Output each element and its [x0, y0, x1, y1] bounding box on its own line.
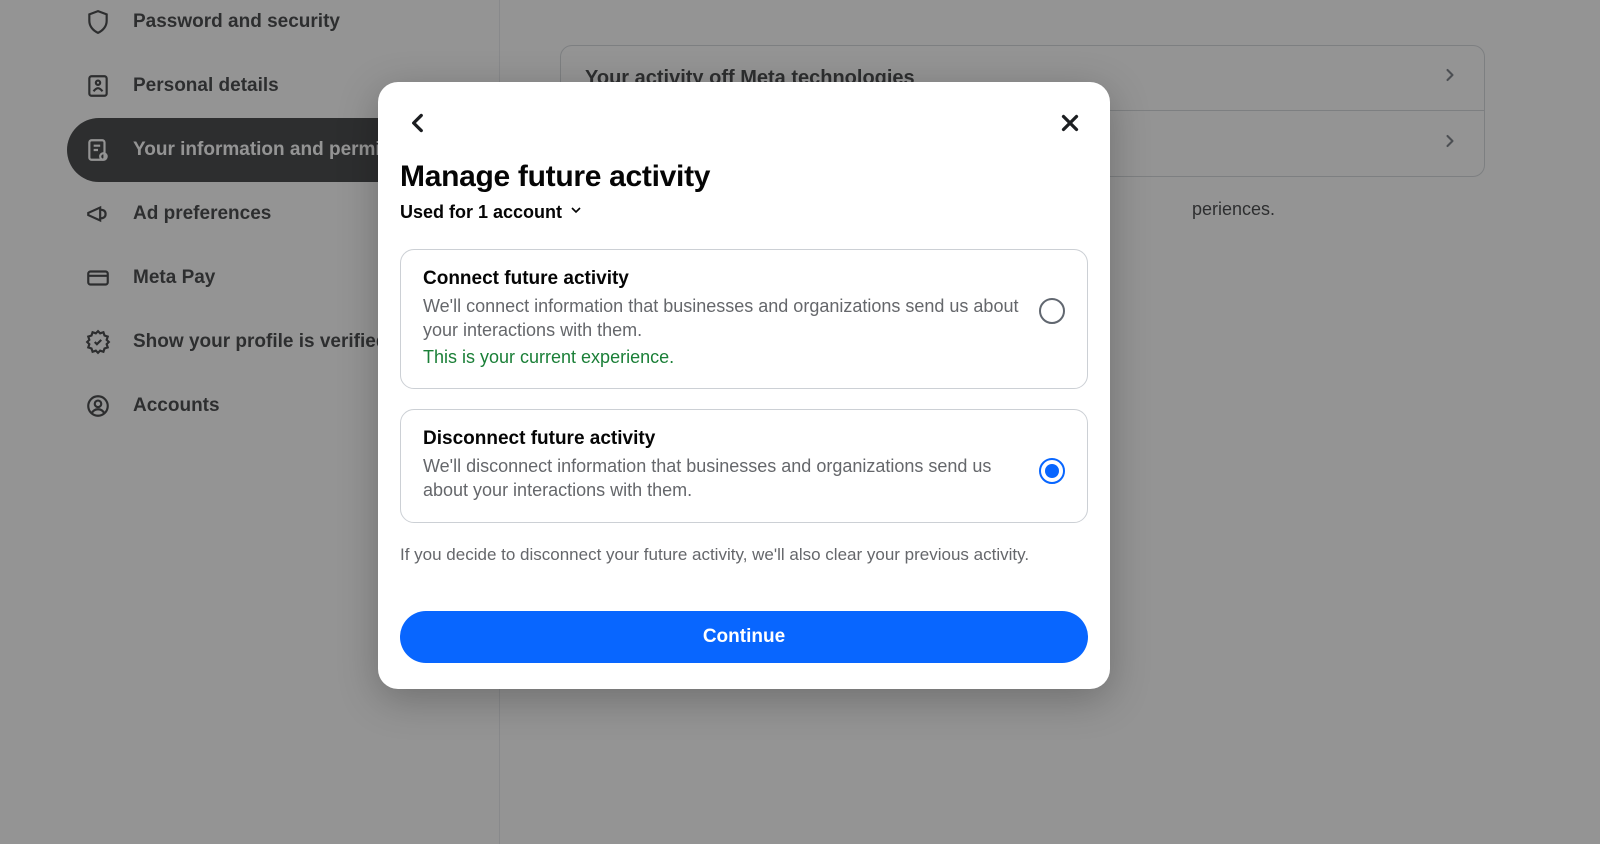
option-description: We'll connect information that businesse…: [423, 294, 1021, 343]
option-connect-future-activity[interactable]: Connect future activity We'll connect in…: [400, 249, 1088, 389]
continue-button-label: Continue: [703, 626, 785, 648]
modal-note: If you decide to disconnect your future …: [400, 545, 1088, 565]
back-button[interactable]: [400, 105, 436, 141]
option-description: We'll disconnect information that busine…: [423, 454, 1021, 503]
chevron-down-icon: [568, 202, 584, 223]
option-current-label: This is your current experience.: [423, 347, 1021, 368]
option-title: Disconnect future activity: [423, 428, 1021, 450]
radio-disconnect[interactable]: [1039, 458, 1065, 484]
continue-button[interactable]: Continue: [400, 611, 1088, 663]
modal-subtitle: Used for 1 account: [400, 202, 562, 223]
option-title: Connect future activity: [423, 268, 1021, 290]
radio-connect[interactable]: [1039, 298, 1065, 324]
close-button[interactable]: [1052, 105, 1088, 141]
manage-future-activity-modal: Manage future activity Used for 1 accoun…: [378, 82, 1110, 689]
modal-title: Manage future activity: [400, 160, 1088, 194]
modal-account-selector[interactable]: Used for 1 account: [400, 202, 1088, 223]
option-disconnect-future-activity[interactable]: Disconnect future activity We'll disconn…: [400, 409, 1088, 524]
